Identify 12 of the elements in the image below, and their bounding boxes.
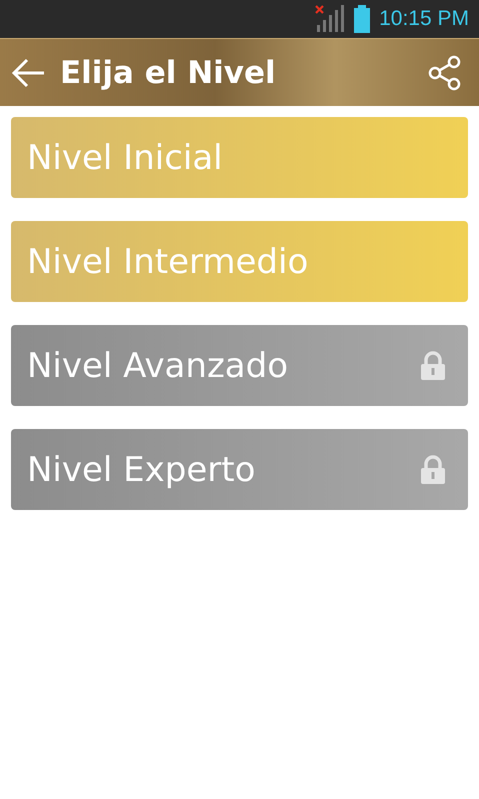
level-button[interactable]: Nivel Inicial xyxy=(11,117,468,198)
no-signal-icon xyxy=(315,5,346,33)
status-time: 10:15 PM xyxy=(379,7,469,31)
lock-icon xyxy=(420,350,446,380)
lock-icon xyxy=(420,454,446,484)
screen-title: Elija el Nivel xyxy=(60,54,277,90)
share-icon[interactable] xyxy=(427,54,463,90)
back-arrow-icon[interactable] xyxy=(10,56,46,88)
level-button[interactable]: Nivel Intermedio xyxy=(11,221,468,302)
battery-icon xyxy=(353,5,372,33)
level-button[interactable]: Nivel Experto xyxy=(11,429,468,510)
level-button[interactable]: Nivel Avanzado xyxy=(11,325,468,406)
